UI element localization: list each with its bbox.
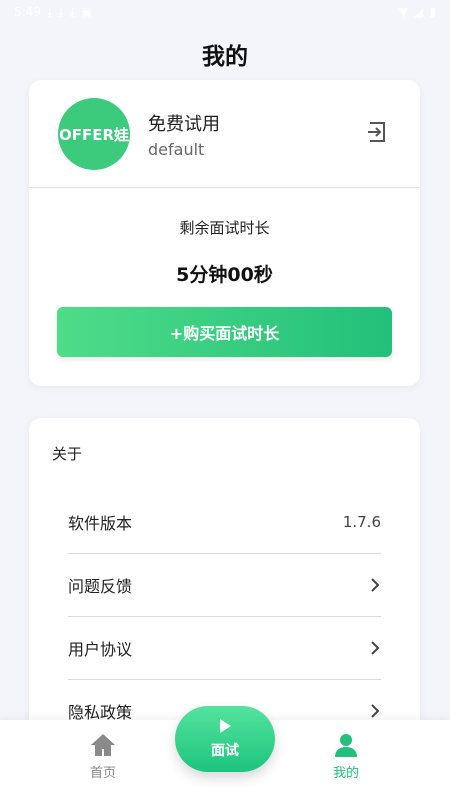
about-title: 关于 — [52, 445, 83, 463]
wifi-icon: ▼ — [398, 5, 409, 19]
chevron-right-icon — [371, 704, 380, 718]
user-icon — [335, 734, 357, 757]
chevron-right-icon — [371, 641, 380, 655]
home-icon — [91, 734, 115, 756]
page-title: 我的 — [202, 44, 248, 70]
nav-home[interactable]: 首页 — [63, 732, 143, 781]
sd-card-icon: ▣ — [80, 5, 93, 19]
download-icon: ⤓ — [46, 4, 53, 19]
chevron-right-icon — [371, 578, 380, 592]
version-value: 1.7.6 — [342, 513, 381, 531]
download-icon: ⤓ — [69, 4, 75, 19]
avatar-text: OFFER娃 — [58, 125, 130, 144]
interview-button[interactable]: 面试 — [175, 706, 275, 772]
download-icon: ⤓ — [58, 4, 64, 19]
nav-mine-label: 我的 — [332, 766, 359, 781]
profile-subtitle: default — [148, 140, 205, 159]
battery-icon: ▮ — [429, 5, 436, 19]
user-agreement-row[interactable]: 用户协议 — [68, 617, 381, 680]
profile-name: 免费试用 — [148, 114, 220, 135]
avatar: OFFER娃 — [58, 98, 130, 170]
feedback-label: 问题反馈 — [68, 577, 133, 596]
divider — [29, 187, 420, 188]
profile-card: OFFER娃 免费试用 default 剩余面试时长 5分钟00秒 +购买面试时… — [29, 80, 420, 386]
user-agreement-label: 用户协议 — [68, 640, 133, 659]
remaining-time-value: 5分钟00秒 — [176, 264, 273, 286]
play-icon — [220, 719, 231, 733]
version-label: 软件版本 — [68, 514, 133, 533]
logout-icon[interactable] — [366, 120, 390, 144]
buy-time-button[interactable]: +购买面试时长 — [57, 307, 392, 357]
version-row: 软件版本 1.7.6 — [68, 491, 381, 554]
remaining-time-label: 剩余面试时长 — [179, 219, 270, 237]
interview-button-label: 面试 — [211, 743, 239, 759]
nav-home-label: 首页 — [89, 766, 116, 781]
feedback-row[interactable]: 问题反馈 — [68, 554, 381, 617]
about-card: 关于 软件版本 1.7.6 问题反馈 用户协议 隐私政策 — [29, 418, 420, 738]
nav-mine[interactable]: 我的 — [306, 732, 386, 781]
status-time: 5:49 — [14, 5, 41, 19]
signal-icon: ◢ — [414, 5, 424, 19]
status-bar: 5:49 ⤓ ⤓ ⤓ ▣ ▼ ◢ ▮ — [0, 0, 450, 24]
